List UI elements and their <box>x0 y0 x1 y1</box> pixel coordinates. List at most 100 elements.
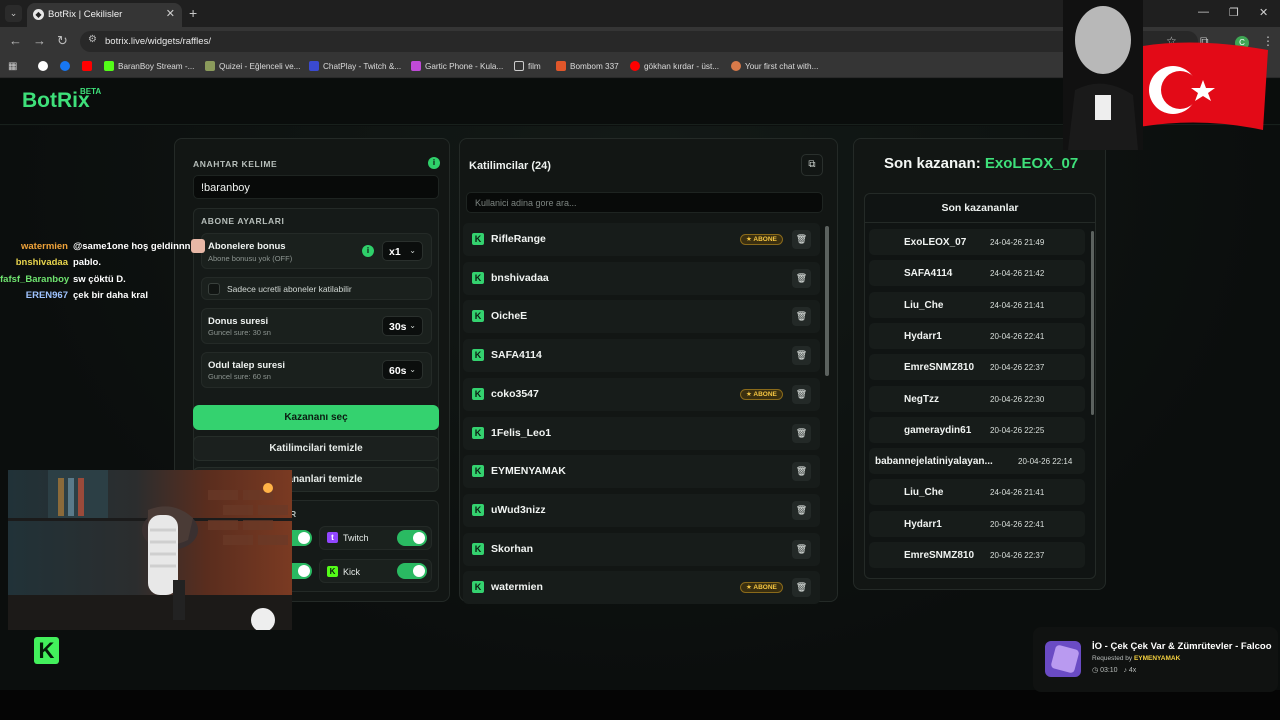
keyword-info-icon[interactable]: i <box>428 157 440 169</box>
badge-label: ABONE <box>753 236 777 243</box>
participant-row[interactable]: KuWud3nizz 🗑 <box>463 493 820 527</box>
requested-by-label: Requested by <box>1092 655 1133 662</box>
chevron-down-icon: ⌄ <box>409 365 416 374</box>
bookmark-gartic[interactable]: Gartic Phone - Kula... <box>411 61 503 71</box>
winner-row: SAFA4114 24-04-26 21:42 <box>869 260 1085 287</box>
winner-name: ExoLEOX_07 <box>904 237 967 248</box>
kick-icon: K <box>327 566 338 577</box>
youtube-icon <box>630 61 640 71</box>
winner-name: Hydarr1 <box>904 330 942 342</box>
duration-title: Donus suresi <box>208 316 269 327</box>
bookmark-chat[interactable]: Your first chat with... <box>731 61 818 71</box>
bookmark-quizei[interactable]: Quizei - Eğlenceli ve... <box>205 61 300 71</box>
facebook-icon[interactable] <box>60 61 74 71</box>
kick-icon <box>104 61 114 71</box>
clock-icon: ◷ <box>1092 667 1099 674</box>
delete-icon[interactable]: 🗑 <box>792 423 811 443</box>
chatplay-icon <box>309 61 319 71</box>
divider <box>864 222 1096 223</box>
now-playing-time: 03:10 <box>1100 667 1118 674</box>
winner-row: Liu_Che 24-04-26 21:41 <box>869 291 1085 318</box>
delete-icon[interactable]: 🗑 <box>792 268 811 288</box>
duration-select[interactable]: 30s ⌄ <box>382 316 423 336</box>
chat-username: fafsf_Baranboy <box>0 273 70 285</box>
delete-icon[interactable]: 🗑 <box>792 384 811 404</box>
winner-date: 20-04-26 22:41 <box>990 331 1045 341</box>
turkish-flag-icon <box>1063 0 1268 150</box>
claim-value: 60s <box>389 365 407 377</box>
participant-name: EYMENYAMAK <box>491 465 566 478</box>
apps-grid-icon[interactable]: ▦ <box>8 61 17 72</box>
clear-participants-button[interactable]: Katilimcilari temizle <box>193 436 439 461</box>
google-icon[interactable] <box>38 61 52 71</box>
chat-message: bnshivadaa pablo. <box>0 257 101 268</box>
url-text: botrix.live/widgets/raffles/ <box>105 36 211 47</box>
winner-name: Liu_Che <box>904 487 944 499</box>
duration-value: 30s <box>389 321 407 333</box>
forward-icon[interactable]: → <box>33 33 46 48</box>
sub-bonus-title: Abonelere bonus <box>208 241 286 252</box>
delete-icon[interactable]: 🗑 <box>792 500 811 520</box>
delete-icon[interactable]: 🗑 <box>792 346 811 366</box>
participant-name: bnshivadaa <box>491 271 549 284</box>
bookmark-baranboy[interactable]: BaranBoy Stream -... <box>104 61 194 71</box>
delete-icon[interactable]: 🗑 <box>792 462 811 482</box>
pick-winner-button[interactable]: Kazananı seç <box>193 405 439 430</box>
bookmark-gokhan[interactable]: gökhan kırdar - üst... <box>630 61 719 71</box>
twitch-toggle[interactable] <box>397 530 427 546</box>
participant-row[interactable]: K 1Felis_Leo1 🗑 <box>463 416 820 450</box>
winner-row: ExoLEOX_07 24-04-26 21:49 <box>869 229 1085 255</box>
twitch-label: Twitch <box>343 533 369 543</box>
star-icon: ★ <box>746 390 752 398</box>
bookmark-bombom[interactable]: Bombom 337 <box>556 61 619 71</box>
twitch-icon: t <box>327 532 338 543</box>
participant-search-input[interactable]: Kullanici adina gore ara... <box>466 192 823 213</box>
tab-botrix[interactable]: ◆ BotRix | Cekilisler ✕ <box>27 3 182 27</box>
keyword-input[interactable]: !baranboy <box>193 175 439 199</box>
delete-icon[interactable]: 🗑 <box>792 307 811 327</box>
address-bar[interactable]: ⚙ botrix.live/widgets/raffles/ <box>80 31 1198 52</box>
participant-row[interactable]: K Skorhan 🗑 <box>463 532 820 566</box>
tab-search-icon[interactable]: ⌄ <box>5 5 22 22</box>
participant-name: uWud3nizz <box>491 503 546 516</box>
participant-row[interactable]: K RifleRange ★ ABONE 🗑 <box>463 223 820 256</box>
back-icon[interactable]: ← <box>9 33 22 48</box>
kick-toggle[interactable] <box>397 563 427 579</box>
claim-title: Odul talep suresi <box>208 360 286 371</box>
chat-username: watermien <box>21 241 68 252</box>
participant-row[interactable]: K SAFA4114 🗑 <box>463 339 820 373</box>
sub-bonus-info-icon[interactable]: i <box>362 245 374 257</box>
delete-icon[interactable]: 🗑 <box>792 539 811 559</box>
winner-date: 20-04-26 22:41 <box>990 519 1045 529</box>
delete-icon[interactable]: 🗑 <box>792 578 811 598</box>
chat-message: fafsf_Baranboy sw çöktü D. <box>0 273 126 285</box>
bookmark-chatplay[interactable]: ChatPlay - Twitch &... <box>309 61 401 71</box>
kick-label: Kick <box>343 567 361 577</box>
participant-row[interactable]: K OicheE 🗑 <box>463 300 820 334</box>
site-info-icon[interactable]: ⚙ <box>88 34 97 45</box>
reload-icon[interactable]: ↻ <box>57 33 68 49</box>
claim-select[interactable]: 60s ⌄ <box>382 360 423 380</box>
participant-row[interactable]: Kbnshivadaa 🗑 <box>463 261 820 295</box>
delete-icon[interactable]: 🗑 <box>792 230 811 249</box>
music-note-icon: ♪ <box>1123 667 1127 674</box>
gartic-icon <box>411 61 421 71</box>
sub-bonus-select[interactable]: x1 ⌄ <box>382 241 423 261</box>
bookmark-film[interactable]: film <box>514 61 541 71</box>
participant-row[interactable]: Kwatermien ★ ABONE 🗑 <box>463 571 820 605</box>
winner-row: Hydarr1 20-04-26 22:41 <box>869 322 1085 349</box>
only-subs-checkbox[interactable] <box>208 283 220 295</box>
tab-close-icon[interactable]: ✕ <box>166 7 175 20</box>
participant-row[interactable]: K EYMENYAMAK 🗑 <box>463 455 820 489</box>
participant-row[interactable]: Kcoko3547 ★ ABONE 🗑 <box>463 377 820 411</box>
keyword-value: !baranboy <box>201 182 250 194</box>
emote-icon <box>191 239 205 253</box>
participants-scrollbar[interactable] <box>825 226 829 376</box>
sub-bonus-subtitle: Abone bonusu yok (OFF) <box>208 254 293 263</box>
kick-icon: K <box>472 387 484 400</box>
youtube-icon[interactable] <box>82 61 96 71</box>
winners-scrollbar[interactable] <box>1091 231 1094 415</box>
copy-icon[interactable]: ⧉ <box>801 154 823 176</box>
chat-username: EREN967 <box>25 289 68 301</box>
new-tab-icon[interactable]: + <box>189 5 197 21</box>
